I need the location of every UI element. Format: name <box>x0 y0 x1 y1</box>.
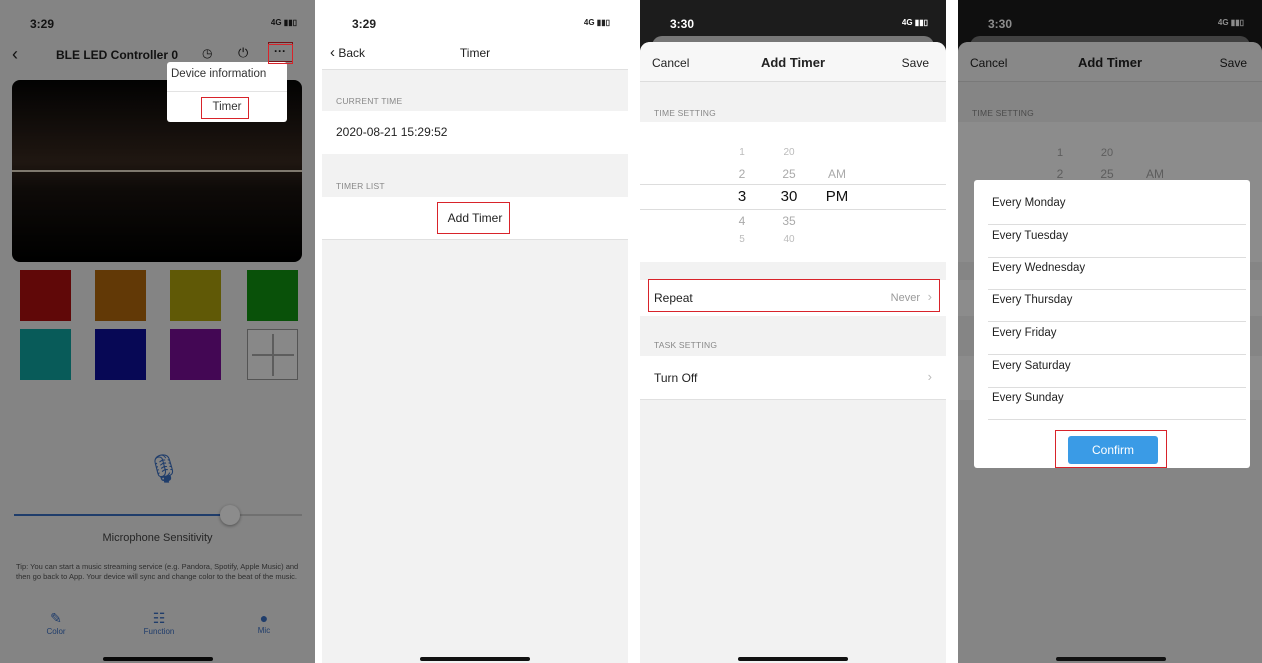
status-bar: 3:30 4G ▮▮▯ <box>640 0 946 40</box>
status-time: 3:30 <box>670 17 695 31</box>
day-option-sunday[interactable]: Every Sunday <box>992 392 1064 404</box>
repeat-dialog: Every Monday Every Tuesday Every Wednesd… <box>974 180 1250 468</box>
device-screen: 3:29 4G ▮▮▯ ‹ BLE LED Controller 0 ◷ ⏻ ·… <box>0 0 315 663</box>
page-title: Timer <box>459 46 491 60</box>
signal-indicator: 4G ▮▮▯ <box>583 18 610 27</box>
timer-highlight <box>201 97 249 119</box>
minute-option[interactable]: 20 <box>771 147 807 158</box>
day-option-monday[interactable]: Every Monday <box>992 197 1066 209</box>
divider <box>988 321 1246 322</box>
sheet-title: Add Timer <box>760 55 826 70</box>
task-setting-header: TASK SETTING <box>654 340 718 350</box>
day-option-saturday[interactable]: Every Saturday <box>992 360 1071 372</box>
sheet: Cancel Add Timer Save TIME SETTING 1 2 3… <box>640 42 946 663</box>
ampm-selected[interactable]: PM <box>819 188 855 205</box>
nav-bar: ‹ Back Timer <box>322 38 628 70</box>
task-row[interactable]: Turn Off › <box>640 356 946 400</box>
repeat-dialog-screen: 3:30 4G ▮▮▯ Cancel Add Timer Save TIME S… <box>958 0 1262 663</box>
home-indicator <box>420 657 530 661</box>
picker-selection-top <box>640 184 946 185</box>
chevron-right-icon: › <box>927 369 932 384</box>
menu-device-information[interactable]: Device information <box>171 68 266 80</box>
hour-option[interactable]: 2 <box>724 167 760 181</box>
day-option-wednesday[interactable]: Every Wednesday <box>992 262 1085 274</box>
divider <box>988 419 1246 420</box>
divider <box>988 257 1246 258</box>
time-picker[interactable]: 1 2 3 4 5 20 25 30 35 40 AM PM <box>640 122 946 262</box>
repeat-highlight <box>648 279 940 312</box>
timer-list-header: TIMER LIST <box>336 181 385 191</box>
current-time-value: 2020-08-21 15:29:52 <box>336 125 448 139</box>
add-timer-screen: 3:30 4G ▮▮▯ Cancel Add Timer Save TIME S… <box>640 0 946 663</box>
task-label: Turn Off <box>654 371 698 385</box>
confirm-highlight <box>1055 430 1167 468</box>
signal-indicator: 4G ▮▮▯ <box>901 18 928 27</box>
home-indicator <box>1056 657 1166 661</box>
network-type: 4G <box>901 18 913 27</box>
home-indicator <box>738 657 848 661</box>
minute-option[interactable]: 25 <box>771 167 807 181</box>
menu-divider <box>167 91 287 92</box>
minute-selected[interactable]: 30 <box>771 188 807 205</box>
time-setting-header: TIME SETTING <box>654 108 716 118</box>
status-time: 3:29 <box>352 17 377 31</box>
current-time-cell: 2020-08-21 15:29:52 <box>322 111 628 154</box>
minute-option[interactable]: 40 <box>771 234 807 245</box>
day-option-friday[interactable]: Every Friday <box>992 327 1057 339</box>
hour-option[interactable]: 4 <box>724 214 760 228</box>
current-time-header: CURRENT TIME <box>336 96 403 106</box>
timer-screen: 3:29 4G ▮▮▯ ‹ Back Timer CURRENT TIME 20… <box>322 0 628 663</box>
status-bar: 3:29 4G ▮▮▯ <box>322 0 628 40</box>
ampm-option[interactable]: AM <box>819 167 855 181</box>
hour-option[interactable]: 1 <box>724 147 760 158</box>
divider <box>988 387 1246 388</box>
sheet-header: Cancel Add Timer Save <box>640 42 946 82</box>
network-type: 4G <box>583 18 595 27</box>
hour-option[interactable]: 5 <box>724 234 760 245</box>
save-button[interactable]: Save <box>902 56 929 70</box>
hour-selected[interactable]: 3 <box>724 188 760 205</box>
divider <box>988 354 1246 355</box>
day-option-tuesday[interactable]: Every Tuesday <box>992 230 1068 242</box>
day-option-thursday[interactable]: Every Thursday <box>992 294 1072 306</box>
divider <box>988 289 1246 290</box>
more-menu-highlight <box>268 44 293 64</box>
minute-option[interactable]: 35 <box>771 214 807 228</box>
divider <box>988 224 1246 225</box>
add-timer-highlight <box>437 202 510 234</box>
picker-selection-bottom <box>640 209 946 210</box>
